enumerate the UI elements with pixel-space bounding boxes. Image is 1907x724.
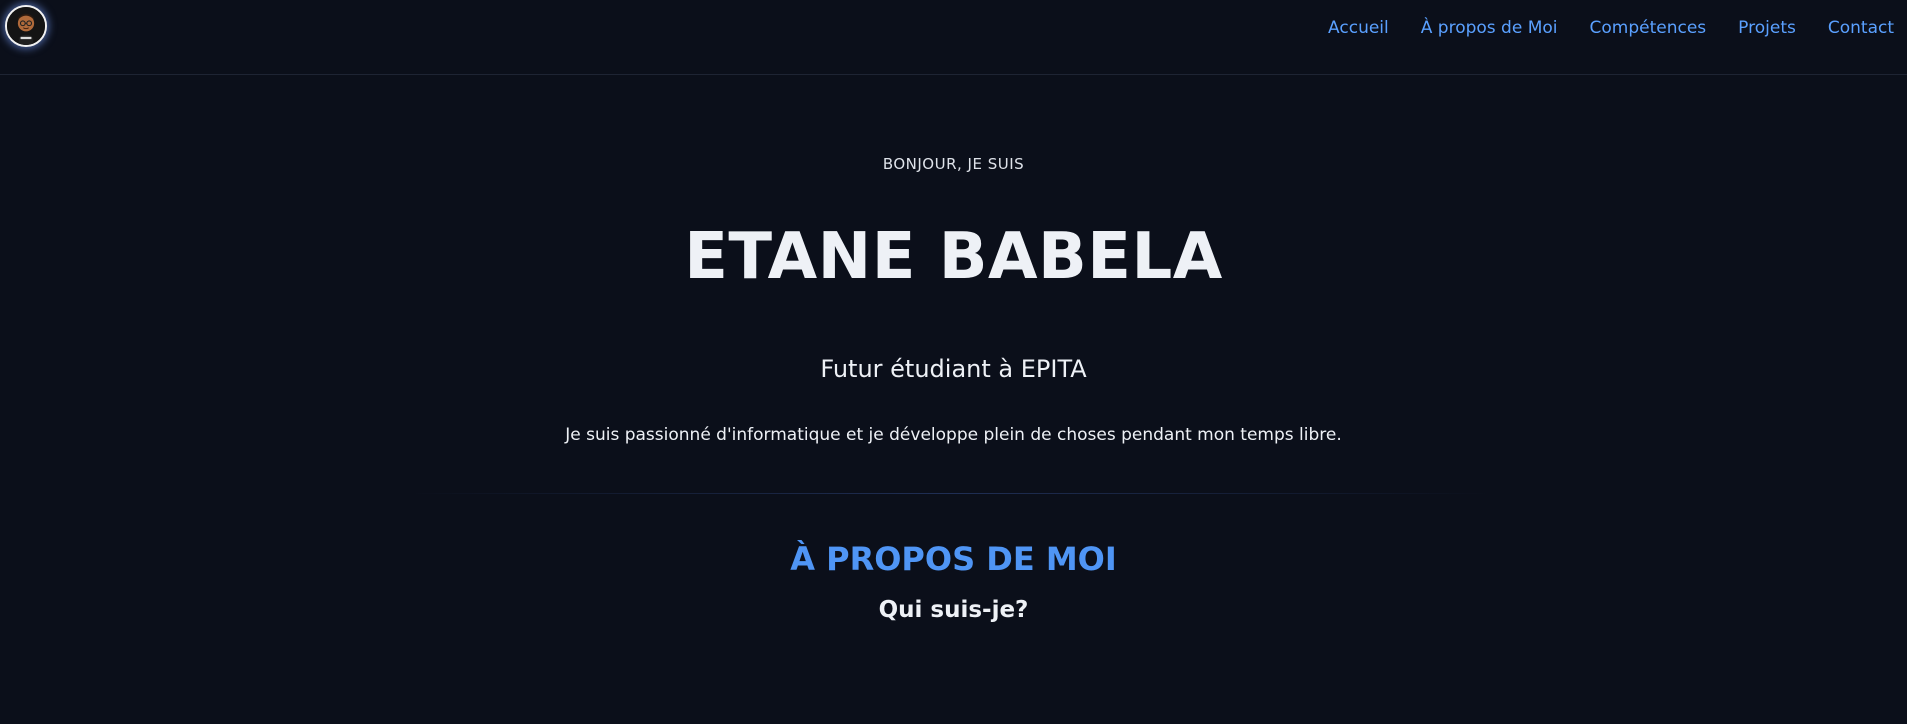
about-subtitle: Qui suis-je?	[878, 597, 1029, 623]
nav-link-contact[interactable]: Contact	[1828, 18, 1894, 38]
nav-link-projets[interactable]: Projets	[1738, 18, 1796, 38]
hero-name: ETANE BABELA	[684, 220, 1223, 294]
nav-link-competences[interactable]: Compétences	[1590, 18, 1707, 38]
navbar: Accueil À propos de Moi Compétences Proj…	[0, 0, 1907, 75]
hero-description: Je suis passionné d'informatique et je d…	[565, 425, 1342, 445]
avatar-logo-icon[interactable]	[5, 5, 47, 47]
nav-link-accueil[interactable]: Accueil	[1328, 18, 1389, 38]
hero-greeting: BONJOUR, JE SUIS	[882, 155, 1025, 173]
nav-link-a-propos[interactable]: À propos de Moi	[1421, 18, 1558, 38]
nav-links: Accueil À propos de Moi Compétences Proj…	[1328, 18, 1894, 38]
section-divider	[410, 493, 1490, 494]
about-title: À PROPOS DE MOI	[790, 540, 1117, 578]
hero-subtitle: Futur étudiant à EPITA	[820, 355, 1087, 383]
